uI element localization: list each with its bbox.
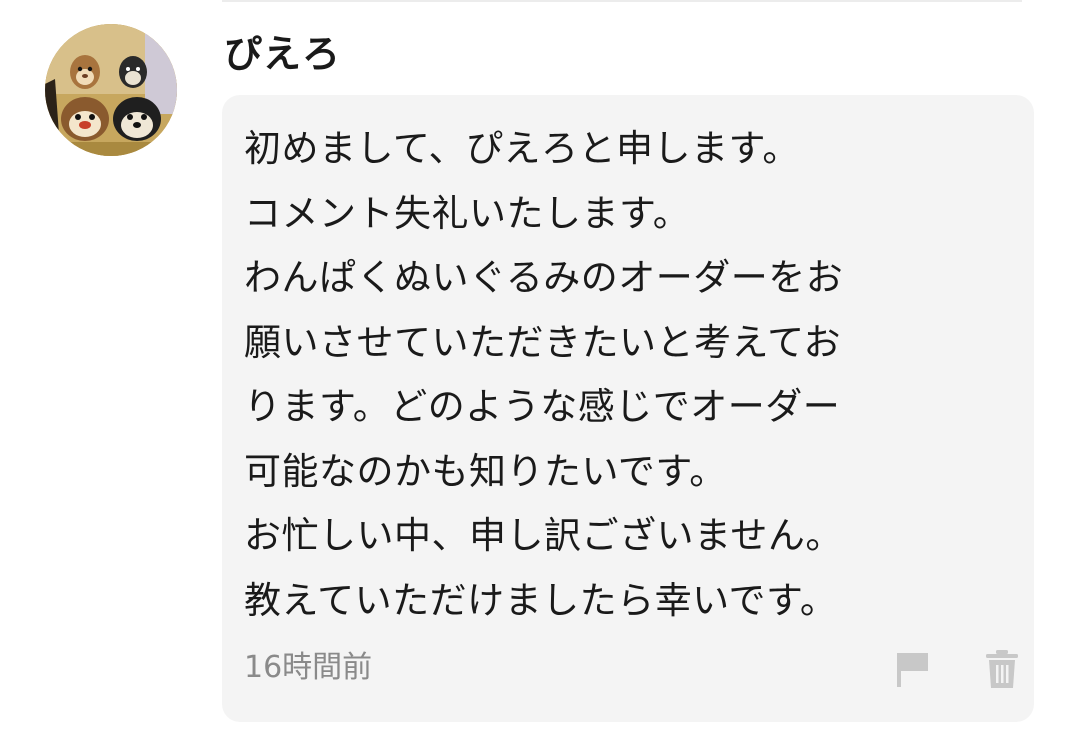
timestamp: 16時間前 xyxy=(244,650,373,685)
trash-icon xyxy=(986,650,1018,688)
avatar[interactable] xyxy=(45,24,177,156)
comment-item: ぴえろ 初めまして、ぴえろと申します。 コメント失礼いたします。 わんぱくぬいぐ… xyxy=(0,0,1080,731)
username[interactable]: ぴえろ xyxy=(224,28,341,80)
comment-footer: 16時間前 xyxy=(244,643,1018,693)
chipmunk-avatar-icon xyxy=(45,24,177,156)
comment-body: 初めまして、ぴえろと申します。 コメント失礼いたします。 わんぱくぬいぐるみのオ… xyxy=(244,127,844,622)
comment-bubble: 初めまして、ぴえろと申します。 コメント失礼いたします。 わんぱくぬいぐるみのオ… xyxy=(222,95,1034,722)
report-button[interactable] xyxy=(894,649,932,689)
flag-icon xyxy=(897,653,928,687)
delete-button[interactable] xyxy=(982,648,1022,690)
